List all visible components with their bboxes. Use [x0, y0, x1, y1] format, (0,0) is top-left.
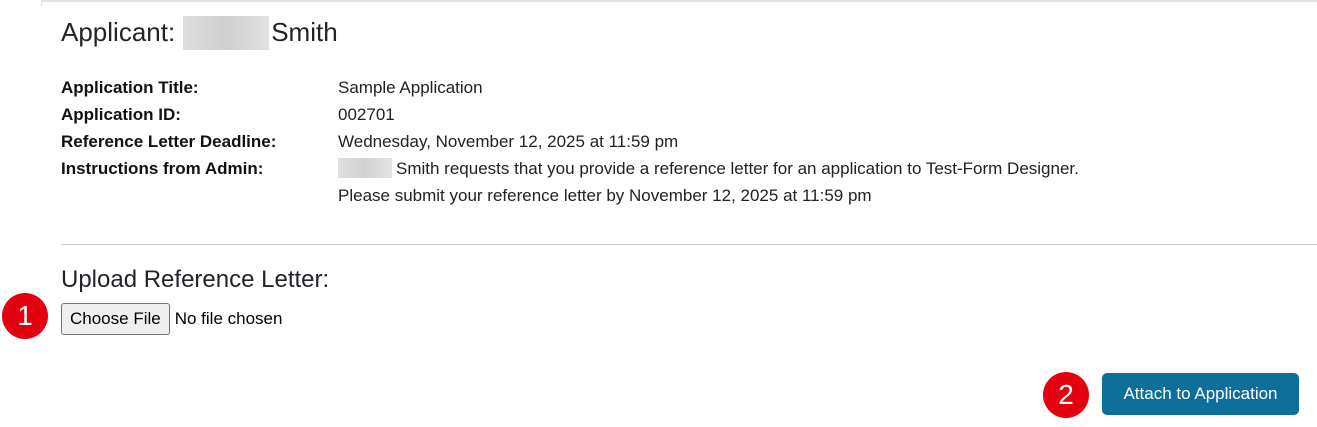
detail-label: Application ID:: [61, 105, 181, 124]
detail-value: Sample Application: [338, 78, 483, 97]
file-input[interactable]: Choose File No file chosen: [61, 303, 282, 335]
detail-label: Application Title:: [61, 78, 199, 97]
applicant-label: Applicant:: [61, 17, 176, 47]
attach-to-application-button[interactable]: Attach to Application: [1102, 373, 1299, 415]
section-divider: [61, 244, 1317, 245]
detail-value: 002701: [338, 105, 395, 124]
redacted-admin-name: [338, 158, 392, 178]
applicant-heading: Applicant: Smith: [61, 14, 338, 50]
applicant-last-name: Smith: [271, 17, 338, 47]
choose-file-button[interactable]: Choose File: [61, 303, 170, 335]
detail-value-instructions: Smith requests that you provide a refere…: [338, 155, 1079, 182]
file-status: No file chosen: [174, 309, 283, 328]
panel-left-border: [41, 0, 42, 6]
detail-value: Wednesday, November 12, 2025 at 11:59 pm: [338, 132, 679, 151]
callout-badge-2: 2: [1043, 372, 1089, 418]
detail-label: Reference Letter Deadline:: [61, 132, 277, 151]
callout-badge-1: 1: [2, 293, 48, 339]
instructions-line-2: Please submit your reference letter by N…: [338, 186, 872, 205]
redacted-first-name: [183, 16, 270, 50]
panel-top-border: [41, 0, 1317, 2]
upload-heading: Upload Reference Letter:: [61, 266, 330, 293]
reference-letter-page: Applicant: Smith Application Title: Sampl…: [0, 0, 1317, 427]
instructions-text: Smith requests that you provide a refere…: [396, 159, 1079, 178]
detail-label: Instructions from Admin:: [61, 159, 264, 178]
